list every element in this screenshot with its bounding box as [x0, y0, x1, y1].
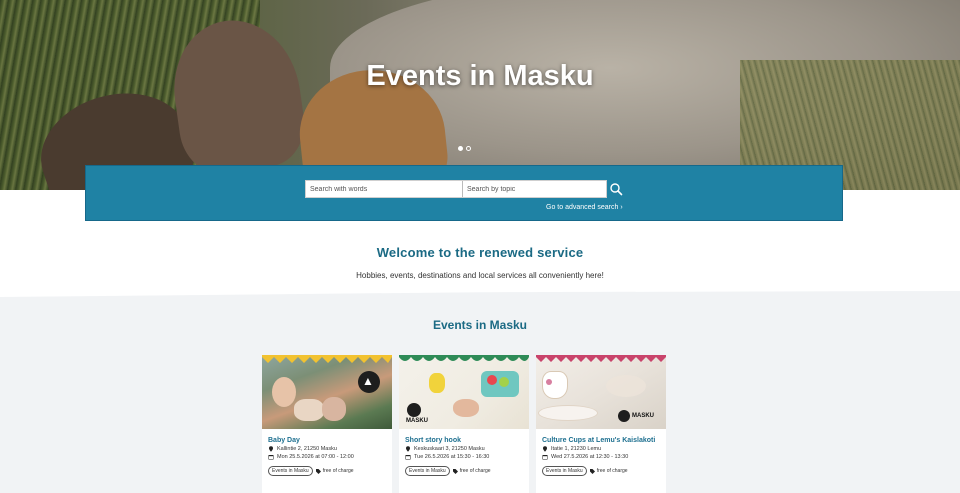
event-price-text: free of charge — [596, 468, 628, 474]
bunting-decoration — [262, 355, 392, 363]
price-tag-icon — [452, 468, 458, 474]
event-category-tag[interactable]: Events in Masku — [542, 466, 587, 476]
masku-logo-icon — [407, 403, 421, 417]
event-datetime: Wed 27.5.2026 at 12:30 - 13:30 — [536, 452, 666, 460]
search-panel: Go to advanced search › — [85, 165, 843, 221]
search-icon[interactable] — [608, 181, 624, 197]
event-datetime-text: Mon 25.5.2026 at 07:00 - 12:00 — [277, 454, 354, 460]
events-section: Events in Masku ▲ Baby Day Kallintie 2, … — [0, 291, 960, 493]
chevron-right-icon: › — [620, 204, 623, 211]
location-pin-icon — [269, 446, 273, 452]
event-address: Kallintie 2, 21250 Masku — [262, 444, 392, 452]
event-tags: Events in Masku free of charge — [536, 460, 666, 476]
section-divider — [0, 291, 960, 303]
events-title: Events in Masku — [432, 318, 528, 332]
bunting-decoration — [399, 355, 529, 361]
event-card[interactable]: ▲ Baby Day Kallintie 2, 21250 Masku Mon … — [262, 355, 392, 493]
event-card[interactable]: MASKU Culture Cups at Lemu's Kaislakoti … — [536, 355, 666, 493]
event-name: Baby Day — [268, 437, 300, 444]
event-datetime: Tue 26.5.2026 at 15:30 - 16:30 — [399, 452, 529, 460]
location-pin-icon — [543, 446, 547, 452]
advanced-search-link[interactable]: Go to advanced search › — [546, 204, 623, 211]
calendar-icon — [268, 455, 274, 460]
event-name: Culture Cups at Lemu's Kaislakoti — [542, 437, 656, 444]
masku-logo-icon: ▲ — [358, 371, 380, 393]
event-tags: Events in Masku free of charge — [262, 460, 392, 476]
event-address-text: Kallintie 2, 21250 Masku — [277, 446, 337, 452]
search-words-input[interactable] — [306, 181, 463, 197]
event-price-text: free of charge — [322, 468, 354, 474]
event-address-text: Keskuskaari 3, 21250 Masku — [414, 446, 485, 452]
event-datetime-text: Wed 27.5.2026 at 12:30 - 13:30 — [551, 454, 629, 460]
calendar-icon — [405, 455, 411, 460]
event-datetime-text: Tue 26.5.2026 at 15:30 - 16:30 — [414, 454, 490, 460]
event-price: free of charge — [589, 468, 628, 474]
event-tags: Events in Masku free of charge — [399, 460, 529, 476]
event-image: MASKU — [536, 355, 666, 429]
event-image: MASKU — [399, 355, 529, 429]
search-topic-input[interactable] — [463, 181, 606, 197]
masku-logo-text: MASKU — [406, 418, 428, 424]
event-address: Itatie 1, 21230 Lemu — [536, 444, 666, 452]
event-price-text: free of charge — [459, 468, 491, 474]
price-tag-icon — [589, 468, 595, 474]
carousel-dot-1[interactable] — [458, 146, 463, 151]
location-pin-icon — [406, 446, 410, 452]
event-datetime: Mon 25.5.2026 at 07:00 - 12:00 — [262, 452, 392, 460]
event-image: ▲ — [262, 355, 392, 429]
advanced-search-label: Go to advanced search — [546, 204, 619, 211]
event-address: Keskuskaari 3, 21250 Masku — [399, 444, 529, 452]
calendar-icon — [542, 455, 548, 460]
carousel-dot-2[interactable] — [466, 146, 471, 151]
masku-logo-icon — [618, 410, 630, 422]
carousel-dots — [458, 146, 471, 151]
hero-title: Events in Masku — [366, 60, 594, 92]
event-category-tag[interactable]: Events in Masku — [268, 466, 313, 476]
bunting-decoration — [536, 355, 666, 362]
event-name: Short story hook — [405, 437, 462, 444]
welcome-title: Welcome to the renewed service — [376, 245, 584, 260]
welcome-subtitle: Hobbies, events, destinations and local … — [356, 271, 604, 280]
event-category-tag[interactable]: Events in Masku — [405, 466, 450, 476]
event-card[interactable]: MASKU Short story hook Keskuskaari 3, 21… — [399, 355, 529, 493]
event-price: free of charge — [452, 468, 491, 474]
event-price: free of charge — [315, 468, 354, 474]
masku-logo-text: MASKU — [632, 413, 654, 419]
search-box — [305, 180, 607, 198]
hero-banner: Events in Masku — [0, 0, 960, 190]
event-address-text: Itatie 1, 21230 Lemu — [551, 446, 602, 452]
price-tag-icon — [315, 468, 321, 474]
